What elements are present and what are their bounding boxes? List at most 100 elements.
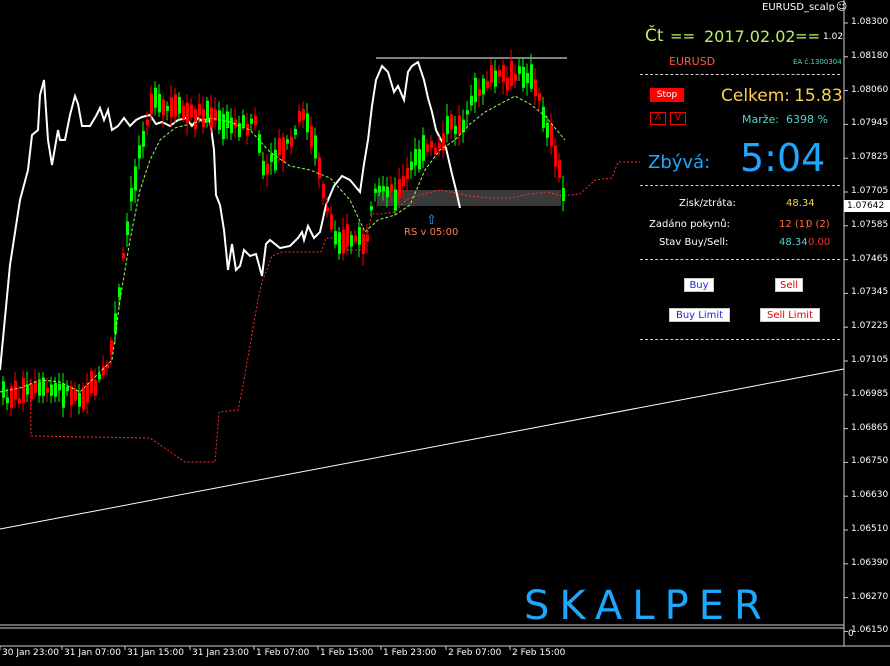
- time-tick-label: 2 Feb 15:00: [512, 648, 566, 658]
- bull-candle: [494, 70, 497, 87]
- bull-candle: [482, 78, 485, 95]
- bull-candle: [6, 397, 9, 404]
- symbol-title-text: EURUSD_scalp: [762, 2, 835, 13]
- bear-candle: [90, 370, 93, 393]
- bull-candle: [358, 227, 361, 245]
- buy-limit-button[interactable]: Buy Limit: [669, 308, 730, 322]
- symbol-title: EURUSD_scalp☺: [762, 0, 847, 13]
- bull-candle: [274, 149, 277, 171]
- bull-candle: [66, 386, 69, 392]
- bear-candle: [402, 176, 405, 186]
- bear-candle: [70, 386, 73, 406]
- panel-separator-1: [640, 74, 840, 75]
- bull-candle: [314, 135, 317, 159]
- bear-candle: [550, 123, 553, 147]
- bull-candle: [270, 154, 273, 162]
- bull-candle: [118, 287, 121, 298]
- bear-candle: [22, 377, 25, 403]
- bull-candle: [394, 189, 397, 211]
- trend-line: [0, 368, 845, 530]
- up-arrow-icon: ⇧: [426, 213, 437, 228]
- bear-candle: [174, 94, 177, 117]
- bull-candle: [470, 95, 473, 106]
- bear-candle: [490, 65, 493, 83]
- bull-candle: [50, 384, 53, 396]
- bear-candle: [102, 366, 105, 376]
- zisk-label: Zisk/ztráta:: [679, 198, 736, 209]
- bear-candle: [302, 109, 305, 120]
- sell-limit-button[interactable]: Sell Limit: [760, 308, 820, 322]
- price-tick-label: 1.07465: [851, 253, 889, 264]
- bear-candle: [478, 89, 481, 97]
- price-tick-label: 1.06150: [851, 625, 889, 636]
- bear-candle: [18, 398, 21, 404]
- bear-candle: [146, 119, 149, 126]
- bull-candle: [474, 77, 477, 103]
- bear-candle: [406, 167, 409, 179]
- price-tick-label: 1.06630: [851, 490, 889, 501]
- bull-candle: [78, 392, 81, 407]
- bear-candle: [282, 137, 285, 163]
- bear-candle: [186, 102, 189, 124]
- sub-window-zero-label: 0: [848, 629, 854, 639]
- sell-button[interactable]: Sell: [775, 278, 803, 292]
- bull-candle: [522, 66, 525, 88]
- bear-candle: [438, 142, 441, 149]
- bull-candle: [386, 186, 389, 198]
- version-label: 1.02: [823, 32, 844, 42]
- celkem-value: 15.83: [794, 86, 843, 106]
- bear-candle: [86, 382, 89, 403]
- bear-candle: [266, 163, 269, 175]
- price-tick-label: 1.08060: [851, 84, 889, 95]
- bull-candle: [410, 161, 413, 171]
- price-tick-label: 1.06750: [851, 456, 889, 467]
- bear-candle: [426, 144, 429, 152]
- price-tick-label: 1.06270: [851, 591, 889, 602]
- bull-candle: [250, 118, 253, 124]
- bull-candle: [382, 186, 385, 191]
- bull-candle: [422, 135, 425, 161]
- bear-candle: [458, 115, 461, 134]
- bull-candle: [466, 110, 469, 115]
- bull-candle: [446, 116, 449, 135]
- bull-candle: [294, 128, 297, 135]
- bull-candle: [62, 383, 65, 408]
- pokyny-buy: 12 (1): [779, 219, 810, 230]
- bull-candle: [530, 64, 533, 89]
- bear-candle: [150, 93, 153, 115]
- time-tick-label: 1 Feb 15:00: [320, 648, 374, 658]
- bear-candle: [210, 107, 213, 128]
- buy-button[interactable]: Buy: [684, 278, 714, 292]
- price-tick-label: 1.07585: [851, 219, 889, 230]
- bear-candle: [498, 70, 501, 77]
- bull-candle: [126, 221, 129, 236]
- current-price-label: 1.07642: [844, 200, 890, 212]
- bear-candle: [34, 381, 37, 393]
- down-button[interactable]: V: [670, 112, 686, 125]
- bull-candle: [518, 66, 521, 74]
- bear-candle: [430, 140, 433, 149]
- bull-candle: [54, 382, 57, 397]
- pokyny-label: Zadáno pokynů:: [649, 219, 730, 230]
- bull-candle: [262, 161, 265, 176]
- bear-candle: [202, 109, 205, 127]
- price-tick-label: 1.06390: [851, 557, 889, 568]
- price-tick-label: 1.07825: [851, 152, 889, 163]
- zbyva-label: Zbývá:: [648, 152, 711, 173]
- bear-candle: [450, 114, 453, 130]
- bear-candle: [510, 60, 513, 87]
- range-zone: [377, 190, 561, 206]
- bear-candle: [538, 93, 541, 101]
- price-tick-label: 1.06510: [851, 524, 889, 534]
- stop-button[interactable]: Stop: [650, 88, 684, 102]
- bear-candle: [254, 115, 257, 126]
- eq-left: ==: [670, 27, 696, 45]
- up-button[interactable]: Λ: [650, 112, 666, 125]
- day-label: Čt: [645, 26, 664, 46]
- bull-candle: [178, 96, 181, 114]
- time-tick-label: 1 Feb 23:00: [383, 648, 437, 658]
- bull-candle: [542, 106, 545, 128]
- date-label: 2017.02.02: [704, 27, 796, 46]
- bull-candle: [98, 374, 101, 380]
- bear-candle: [558, 160, 561, 178]
